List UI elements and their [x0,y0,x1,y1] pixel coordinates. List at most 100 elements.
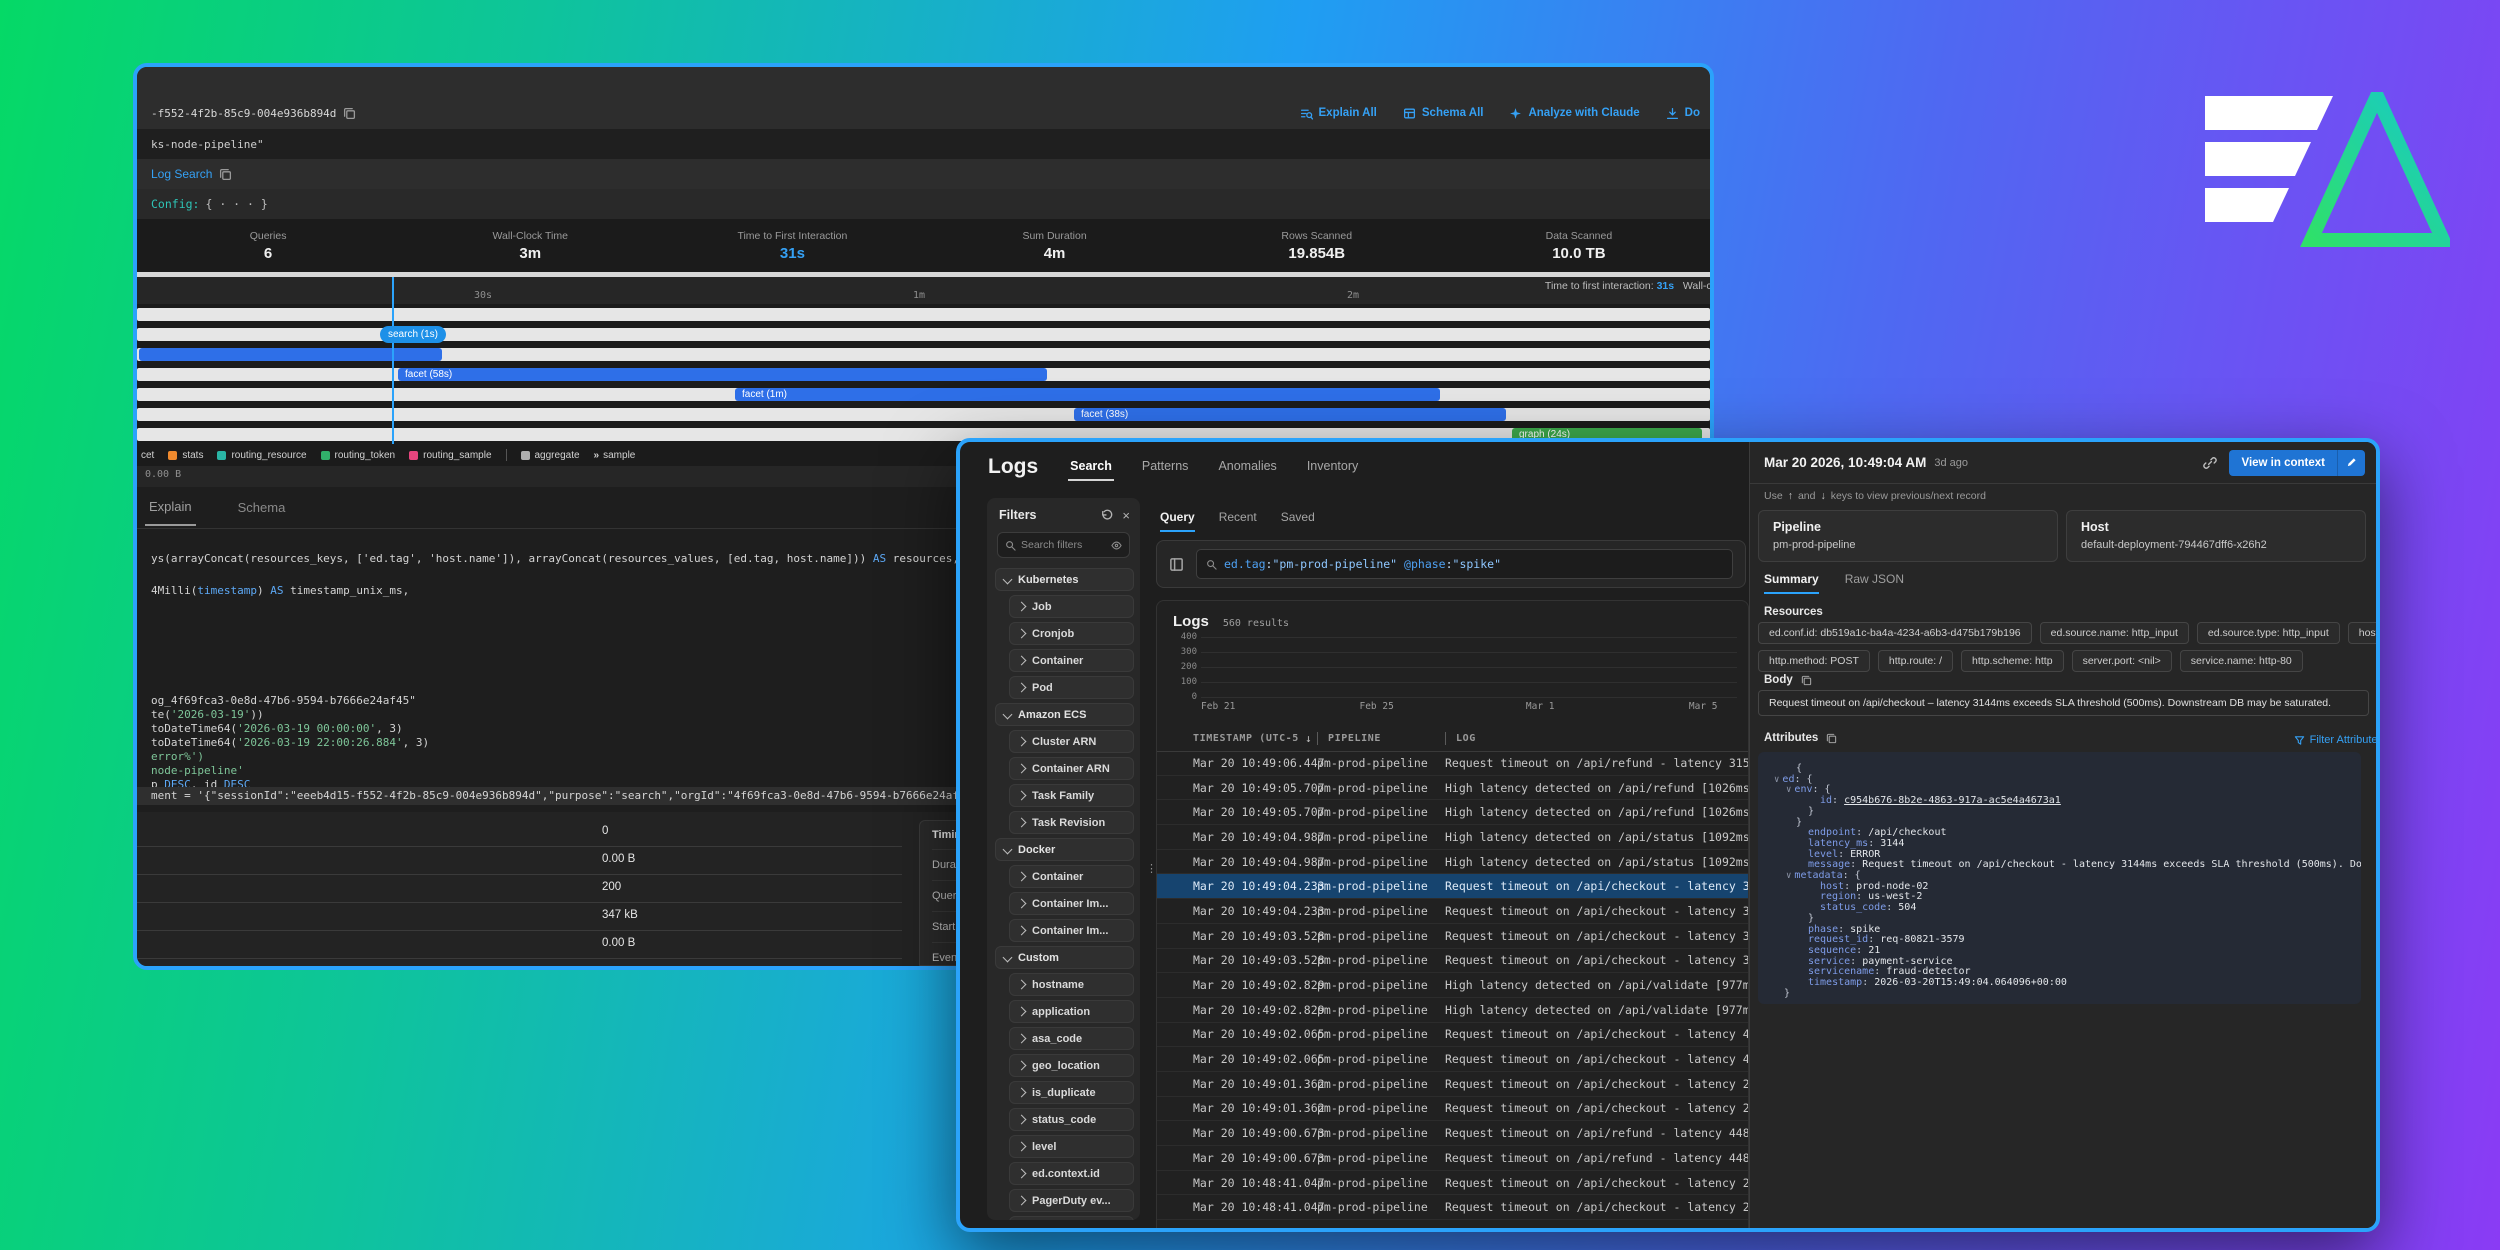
json-key[interactable]: metadata [1794,870,1842,881]
facet-group-amazon-ecs[interactable]: Amazon ECS [995,703,1134,726]
eye-icon[interactable] [1111,540,1122,551]
waterfall-row[interactable]: facet (38s) [137,408,1710,421]
facet-item-is-duplicate[interactable]: is_duplicate [1009,1081,1134,1104]
table-row[interactable]: Mar 20 10:49:02.065pm-prod-pipelineReque… [1157,1023,1748,1048]
tab-search[interactable]: Search [1068,453,1114,481]
json-key[interactable]: servicename [1808,966,1874,977]
tab-anomalies[interactable]: Anomalies [1216,453,1278,481]
trace-waterfall[interactable]: search (1s) facet (58s) facet (1m) facet (3… [137,304,1710,444]
facet-item-task-family[interactable]: Task Family [1009,784,1134,807]
tab-explain[interactable]: Explain [145,489,196,526]
waterfall-badge[interactable]: search (1s) [380,326,446,343]
waterfall-row[interactable] [137,308,1710,321]
column-header-log[interactable]: LOG [1445,732,1748,745]
resource-chip[interactable]: server.port: <nil> [2072,650,2172,672]
facet-group-custom[interactable]: Custom [995,946,1134,969]
chevron-down-icon[interactable]: ∨ [1786,785,1791,795]
facet-group-kubernetes[interactable]: Kubernetes [995,568,1134,591]
json-key[interactable]: phase [1808,924,1838,935]
copy-icon[interactable] [219,168,232,181]
filter-attributes-link[interactable]: Filter Attributes [2294,734,2380,746]
toolbar-button-explain-all[interactable]: Explain All [1300,107,1377,120]
table-row[interactable]: Mar 20 10:49:04.987pm-prod-pipelineHigh … [1157,825,1748,850]
facet-item-pagerduty-ev-[interactable]: PagerDuty ev... [1009,1189,1134,1212]
table-row[interactable]: Mar 20 10:49:00.673pm-prod-pipelineReque… [1157,1121,1748,1146]
view-in-context-button[interactable]: View in context [2229,450,2365,476]
table-row[interactable]: Mar 20 10:49:02.065pm-prod-pipelineReque… [1157,1047,1748,1072]
facet-item-level[interactable]: level [1009,1135,1134,1158]
copy-icon[interactable] [1826,733,1837,744]
close-icon[interactable]: × [1122,509,1130,522]
facet-item-container-arn[interactable]: Container ARN [1009,757,1134,780]
facet-item-cronjob[interactable]: Cronjob [1009,622,1134,645]
json-key[interactable]: service [1808,956,1850,967]
waterfall-span[interactable]: facet (58s) [398,368,1047,381]
copy-icon[interactable] [343,107,356,120]
waterfall-row[interactable]: search (1s) [137,328,1710,341]
toolbar-button-schema-all[interactable]: Schema All [1403,107,1484,120]
json-key[interactable]: level [1808,849,1838,860]
table-row[interactable]: Mar 20 10:49:00.673pm-prod-pipelineReque… [1157,1146,1748,1171]
stats-row[interactable]: 200 [137,874,902,903]
facet-item-asa-code[interactable]: asa_code [1009,1027,1134,1050]
facet-item-container[interactable]: Container [1009,649,1134,672]
waterfall-row[interactable]: facet (1m) [137,388,1710,401]
json-key[interactable]: id [1820,795,1832,806]
resource-chip[interactable]: host.ip: REDACTED [2348,622,2377,644]
tab-summary[interactable]: Summary [1764,572,1819,594]
attributes-json-viewer[interactable]: {∨ed: {∨env: {id: c954b676-8b2e-4863-917… [1758,752,2361,1004]
table-row[interactable]: Mar 20 10:49:04.233pm-prod-pipelineReque… [1157,899,1748,924]
waterfall-row[interactable]: facet (58s) [137,368,1710,381]
table-row[interactable]: Mar 20 10:49:02.829pm-prod-pipelineHigh … [1157,998,1748,1023]
json-key[interactable]: host [1820,881,1844,892]
waterfall-span[interactable] [139,348,442,361]
pencil-icon[interactable] [2338,450,2365,476]
toolbar-button-analyze-with-claude[interactable]: Analyze with Claude [1509,107,1639,120]
facet-item-container[interactable]: Container [1009,865,1134,888]
resource-chip[interactable]: http.route: / [1878,650,1953,672]
facet-item-task-revision[interactable]: Task Revision [1009,811,1134,834]
table-row[interactable]: Mar 20 10:49:03.528pm-prod-pipelineReque… [1157,949,1748,974]
table-row[interactable]: Mar 20 10:49:06.447pm-prod-pipelineReque… [1157,751,1748,776]
tab-patterns[interactable]: Patterns [1140,453,1191,481]
facet-item-status-code[interactable]: status_code [1009,1108,1134,1131]
resource-chip[interactable]: ed.conf.id: db519a1c-ba4a-4234-a6b3-d475… [1758,622,2032,644]
table-row[interactable]: Mar 20 10:48:41.047pm-prod-pipelineReque… [1157,1195,1748,1220]
stats-row[interactable]: 0.00 B [137,930,902,959]
stats-row[interactable]: 0.00 B [137,846,902,875]
json-key[interactable]: endpoint [1808,827,1856,838]
facet-item-job[interactable]: Job [1009,595,1134,618]
json-key[interactable]: status_code [1820,902,1886,913]
reset-filters-icon[interactable] [1100,509,1113,522]
facet-item-container-im-[interactable]: Container Im... [1009,892,1134,915]
facet-item-container-im-[interactable]: Container Im... [1009,919,1134,942]
facet-item-application[interactable]: application [1009,1000,1134,1023]
log-search-link[interactable]: Log Search [151,167,212,181]
facet-item-pod[interactable]: Pod [1009,676,1134,699]
table-row[interactable]: Mar 20 10:49:05.707pm-prod-pipelineHigh … [1157,776,1748,801]
stats-row[interactable]: 0 [137,818,902,847]
sort-descending-icon[interactable]: ↓ [1305,732,1312,745]
json-value[interactable]: c954b676-8b2e-4863-917a-ac5e4a4673a1 [1844,795,2061,806]
column-header-pipeline[interactable]: PIPELINE [1317,732,1445,745]
resource-chip[interactable]: http.scheme: http [1961,650,2064,672]
config-row[interactable]: Config: { · · · } [137,189,1710,219]
query-input[interactable]: ed.tag:"pm-prod-pipeline" @phase:"spike" [1196,549,1733,579]
table-row[interactable]: Mar 20 10:49:03.528pm-prod-pipelineReque… [1157,924,1748,949]
facet-item-cluster-arn[interactable]: Cluster ARN [1009,730,1134,753]
chevron-down-icon[interactable]: ∨ [1774,775,1779,785]
facet-group-docker[interactable]: Docker [995,838,1134,861]
chevron-down-icon[interactable]: ∨ [1786,871,1791,881]
tab-saved[interactable]: Saved [1281,510,1315,532]
json-key[interactable]: latency_ms [1808,838,1868,849]
resource-chip[interactable]: ed.source.name: http_input [2040,622,2189,644]
resource-chip[interactable]: ed.source.type: http_input [2197,622,2340,644]
layout-columns-icon[interactable] [1169,557,1184,572]
facet-item-phase[interactable]: phase [1009,1216,1134,1220]
resource-chip[interactable]: service.name: http-80 [2180,650,2303,672]
table-row[interactable]: Mar 20 10:49:04.987pm-prod-pipelineHigh … [1157,850,1748,875]
json-key[interactable]: request_id [1808,934,1868,945]
facet-item-ed-context-id[interactable]: ed.context.id [1009,1162,1134,1185]
column-header-timestamp[interactable]: TIMESTAMP (UTC-5↓ [1157,732,1317,745]
waterfall-span[interactable]: facet (1m) [735,388,1440,401]
